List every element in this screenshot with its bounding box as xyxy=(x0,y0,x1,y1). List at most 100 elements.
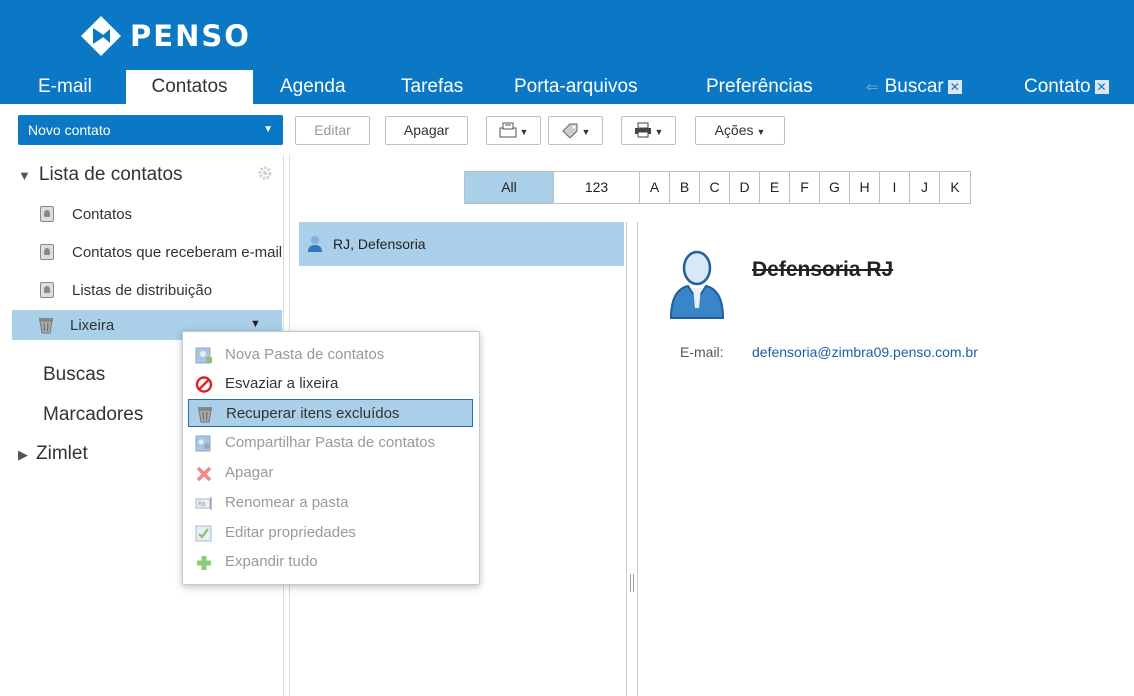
list-item[interactable]: RJ, Defensoria xyxy=(299,222,624,266)
address-book-icon xyxy=(40,282,54,298)
menu-item-share-folder[interactable]: Compartilhar Pasta de contatos xyxy=(193,429,473,457)
address-book-icon xyxy=(40,206,54,222)
tag-icon xyxy=(561,123,578,139)
sidebar-item-contatos-email[interactable]: Contatos que receberam e-mail xyxy=(0,239,283,267)
close-icon[interactable]: ✕ xyxy=(1094,80,1109,94)
tab-contato[interactable]: Contato ✕ xyxy=(1024,70,1109,104)
no-entry-icon xyxy=(195,376,213,393)
menu-item-label: Expandir tudo xyxy=(225,553,318,570)
printer-icon xyxy=(634,122,651,138)
alpha-letter[interactable]: D xyxy=(730,172,760,203)
email-label: E-mail: xyxy=(680,344,724,360)
chevron-down-icon: ▼ xyxy=(756,127,766,137)
tab-label: Contato xyxy=(1024,76,1091,97)
new-contact-label: Novo contato xyxy=(28,122,111,138)
new-contact-folder-icon xyxy=(195,347,212,364)
alphabet-bar: All 123 A B C D E F G H I J K xyxy=(464,171,971,204)
tab-label: Contatos xyxy=(151,76,228,97)
list-divider xyxy=(626,222,627,696)
email-link[interactable]: defensoria@zimbra09.penso.com.br xyxy=(752,344,978,360)
tab-label: Porta-arquivos xyxy=(514,76,638,97)
tab-contatos[interactable]: Contatos xyxy=(126,70,253,104)
logo-text: PENSO xyxy=(130,19,251,53)
menu-item-label: Editar propriedades xyxy=(225,524,356,541)
contact-avatar-icon xyxy=(669,250,725,319)
tag-button[interactable]: ▼ xyxy=(548,116,603,145)
tab-label: Buscar xyxy=(884,76,944,97)
alpha-letter[interactable]: J xyxy=(910,172,940,203)
expand-triangle-icon[interactable]: ▼ xyxy=(18,168,31,183)
alpha-letter[interactable]: K xyxy=(940,172,970,203)
alpha-letter[interactable]: G xyxy=(820,172,850,203)
edit-button[interactable]: Editar xyxy=(295,116,370,145)
menu-item-new-folder[interactable]: Nova Pasta de contatos xyxy=(193,341,473,369)
alpha-letter[interactable]: I xyxy=(880,172,910,203)
delete-label: Apagar xyxy=(403,122,450,138)
trash-icon xyxy=(39,318,53,334)
svg-text:Rb: Rb xyxy=(198,501,206,508)
tab-preferencias[interactable]: Preferências xyxy=(706,70,813,104)
tab-label: Agenda xyxy=(280,76,346,97)
sidebar-item-distribution-lists[interactable]: Listas de distribuição xyxy=(0,277,283,305)
new-contact-button[interactable]: Novo contato ▼ xyxy=(18,115,283,145)
menu-item-expand-all[interactable]: Expandir tudo xyxy=(193,548,473,576)
actions-button[interactable]: Ações ▼ xyxy=(695,116,785,145)
context-menu: Nova Pasta de contatos Esvaziar a lixeir… xyxy=(182,331,480,585)
tags-header[interactable]: Marcadores xyxy=(43,404,143,426)
menu-item-empty-trash[interactable]: Esvaziar a lixeira xyxy=(193,370,473,398)
menu-item-rename[interactable]: Rb Renomear a pasta xyxy=(193,489,473,517)
penso-logo-icon xyxy=(81,16,121,56)
logo: PENSO xyxy=(80,14,251,58)
delete-button[interactable]: Apagar xyxy=(385,116,468,145)
tab-porta-arquivos[interactable]: Porta-arquivos xyxy=(514,70,638,104)
tab-label: Preferências xyxy=(706,76,813,97)
plus-icon xyxy=(197,556,211,570)
contact-list-header[interactable]: ▼ Lista de contatos xyxy=(18,164,183,186)
sidebar-item-label: Lixeira xyxy=(70,317,115,334)
sidebar-item-label: Contatos que receberam e-mail xyxy=(72,244,283,261)
searches-header[interactable]: Buscas xyxy=(43,364,105,386)
menu-item-label: Apagar xyxy=(225,464,274,481)
alpha-123[interactable]: 123 xyxy=(554,172,640,203)
alpha-letter[interactable]: B xyxy=(670,172,700,203)
list-item-label: RJ, Defensoria xyxy=(333,236,426,252)
menu-item-edit-properties[interactable]: Editar propriedades xyxy=(193,519,473,547)
share-folder-icon xyxy=(195,435,211,452)
tags-label: Marcadores xyxy=(43,404,144,425)
section-title: Lista de contatos xyxy=(38,164,183,185)
tab-label: Tarefas xyxy=(401,76,464,97)
menu-item-delete[interactable]: Apagar xyxy=(193,459,473,487)
menu-item-label: Esvaziar a lixeira xyxy=(225,375,339,392)
print-button[interactable]: ▼ xyxy=(621,116,676,145)
alpha-letter[interactable]: C xyxy=(700,172,730,203)
alpha-letter[interactable]: F xyxy=(790,172,820,203)
tab-email[interactable]: E-mail xyxy=(38,70,92,104)
properties-icon xyxy=(195,525,212,542)
menu-item-label: Recuperar itens excluídos xyxy=(226,405,400,422)
folder-move-icon xyxy=(499,122,517,138)
tab-buscar[interactable]: ⇐ Buscar ✕ xyxy=(866,70,962,104)
close-icon[interactable]: ✕ xyxy=(947,80,962,94)
sidebar-item-label: Listas de distribuição xyxy=(72,282,213,299)
menu-item-label: Compartilhar Pasta de contatos xyxy=(225,434,436,451)
alpha-letter[interactable]: H xyxy=(850,172,880,203)
tab-tarefas[interactable]: Tarefas xyxy=(401,70,463,104)
gear-icon[interactable] xyxy=(257,165,273,181)
chevron-down-icon[interactable]: ▼ xyxy=(250,318,261,330)
zimlet-header[interactable]: ▶ Zimlet xyxy=(18,443,88,465)
resize-handle[interactable] xyxy=(630,574,634,592)
menu-item-label: Nova Pasta de contatos xyxy=(225,346,385,363)
expand-triangle-icon[interactable]: ▶ xyxy=(18,447,28,462)
list-divider xyxy=(637,222,638,696)
alpha-letter[interactable]: E xyxy=(760,172,790,203)
move-button[interactable]: ▼ xyxy=(486,116,541,145)
alpha-all[interactable]: All xyxy=(465,172,554,203)
menu-item-recover-deleted[interactable]: Recuperar itens excluídos xyxy=(188,399,473,427)
edit-label: Editar xyxy=(314,122,351,138)
actions-label: Ações xyxy=(714,122,754,138)
chevron-down-icon: ▼ xyxy=(654,127,664,137)
tab-agenda[interactable]: Agenda xyxy=(280,70,346,104)
sidebar-item-contatos[interactable]: Contatos xyxy=(0,201,283,229)
alpha-letter[interactable]: A xyxy=(640,172,670,203)
chevron-down-icon[interactable]: ▼ xyxy=(263,115,273,145)
